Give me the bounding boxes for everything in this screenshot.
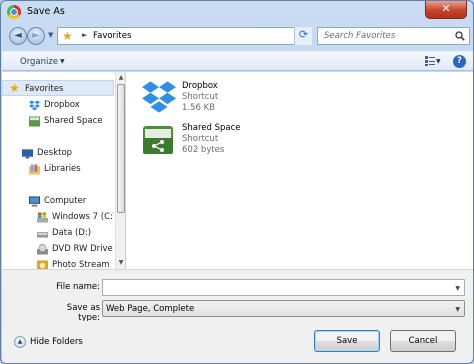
sidebar-item-dvd-drive[interactable]: DVD RW Drive ( (2, 241, 114, 257)
forward-button[interactable]: ► (27, 27, 45, 45)
sidebar-item-label: Desktop (37, 148, 73, 158)
change-view-icon[interactable] (425, 56, 435, 66)
sidebar-item-label: Windows 7 (C:) (52, 212, 114, 222)
file-name-field[interactable]: ▼ (102, 279, 465, 296)
navigation-bar: ◄ ► ▼ ★ ► Favorites ⟳ Search Favorites (5, 25, 471, 47)
search-input[interactable]: Search Favorites (317, 27, 470, 45)
save-form: File name: ▼ Save as type: Web Page, Com… (2, 269, 473, 323)
window-title: Save As (27, 6, 65, 17)
address-bar[interactable]: ★ ► Favorites (57, 27, 311, 45)
sidebar-item-desktop[interactable]: Desktop (2, 145, 114, 161)
dialog-footer: ▲ Hide Folders Save Cancel (2, 321, 473, 363)
forward-arrow-icon: ► (32, 30, 40, 41)
sidebar-item-label: Libraries (44, 164, 81, 174)
sidebar-item-shared-space[interactable]: Shared Space (2, 113, 114, 129)
close-button[interactable]: ✕ (425, 1, 467, 19)
title-bar[interactable]: Save As ✕ (1, 1, 473, 23)
list-item-shared-space[interactable]: Shared Space Shortcut 602 bytes (140, 123, 340, 163)
breadcrumb-favorites[interactable]: Favorites (93, 31, 131, 41)
list-item-dropbox[interactable]: Dropbox Shortcut 1.56 KB (140, 81, 340, 121)
file-name-label: File name: (56, 282, 100, 292)
chevron-down-icon[interactable]: ▼ (455, 285, 460, 292)
save-as-type-label: Save as type: (66, 303, 100, 323)
hard-drive-icon (37, 232, 48, 238)
sidebar-item-label: Dropbox (44, 100, 80, 110)
dropbox-icon (142, 81, 176, 113)
help-button[interactable]: ? (453, 55, 466, 68)
chevron-down-icon: ▼ (60, 58, 65, 65)
hide-folders-button[interactable]: Hide Folders (30, 337, 83, 347)
search-placeholder: Search Favorites (324, 31, 396, 41)
back-arrow-icon: ◄ (14, 30, 22, 41)
close-icon: ✕ (441, 2, 451, 15)
view-options-chevron-icon[interactable]: ▼ (436, 58, 441, 65)
sidebar-item-windows7-drive[interactable]: Windows 7 (C:) (2, 209, 114, 225)
breadcrumb-separator-icon[interactable]: ► (82, 31, 87, 39)
file-type: Shortcut (182, 92, 219, 102)
cancel-button[interactable]: Cancel (390, 330, 456, 352)
back-button[interactable]: ◄ (9, 27, 27, 45)
scroll-up-icon[interactable]: ▲ (116, 73, 126, 83)
sidebar-item-libraries[interactable]: Libraries (2, 161, 114, 177)
libraries-icon (29, 164, 40, 175)
windows-drive-icon (37, 212, 48, 223)
search-icon[interactable] (455, 31, 465, 41)
sidebar-item-data-drive[interactable]: Data (D:) (2, 225, 114, 241)
refresh-icon: ⟳ (298, 28, 309, 41)
sidebar-item-label: Data (D:) (52, 228, 92, 238)
shared-space-icon (29, 116, 40, 127)
navigation-pane: ★ Favorites Dropbox Shared Space Desktop (2, 72, 115, 271)
refresh-button[interactable]: ⟳ (294, 27, 312, 45)
file-size: 1.56 KB (182, 103, 216, 113)
chevron-down-icon: ▼ (455, 306, 460, 313)
save-as-type-value: Web Page, Complete (106, 304, 195, 314)
organize-button[interactable]: Organize (20, 57, 58, 67)
dropbox-icon (29, 100, 40, 111)
sidebar-item-dropbox[interactable]: Dropbox (2, 97, 114, 113)
star-icon: ★ (9, 81, 20, 95)
save-button[interactable]: Save (314, 330, 380, 352)
scroll-down-icon[interactable]: ▼ (116, 258, 126, 268)
file-name: Dropbox (182, 81, 218, 91)
desktop-icon (22, 149, 33, 159)
sidebar-item-label: Shared Space (44, 116, 103, 126)
sidebar-item-label: Computer (44, 196, 87, 206)
dvd-drive-icon (37, 244, 48, 255)
file-list: Dropbox Shortcut 1.56 KB Shared Space Sh… (126, 72, 473, 269)
recent-locations-dropdown[interactable]: ▼ (48, 31, 53, 39)
shared-space-folder-icon (143, 126, 173, 154)
sidebar-item-label: Favorites (25, 84, 64, 94)
sidebar-item-label: DVD RW Drive ( (52, 244, 114, 254)
sidebar-item-computer[interactable]: Computer (2, 193, 114, 209)
chrome-icon (7, 5, 21, 19)
scrollbar-thumb[interactable] (117, 84, 125, 213)
command-toolbar: Organize ▼ ▼ ? (2, 51, 473, 71)
computer-icon (29, 196, 40, 207)
chevron-up-icon[interactable]: ▲ (14, 336, 26, 348)
file-size: 602 bytes (182, 145, 225, 155)
file-name: Shared Space (182, 123, 241, 133)
navigation-pane-scrollbar[interactable]: ▲ ▼ (115, 72, 125, 269)
save-as-dialog: Save As ✕ ◄ ► ▼ ★ ► Favorites ⟳ Search F… (0, 0, 474, 364)
sidebar-item-favorites[interactable]: ★ Favorites (2, 80, 114, 96)
save-as-type-select[interactable]: Web Page, Complete ▼ (102, 300, 465, 317)
favorites-star-icon: ★ (62, 29, 73, 43)
file-type: Shortcut (182, 134, 219, 144)
